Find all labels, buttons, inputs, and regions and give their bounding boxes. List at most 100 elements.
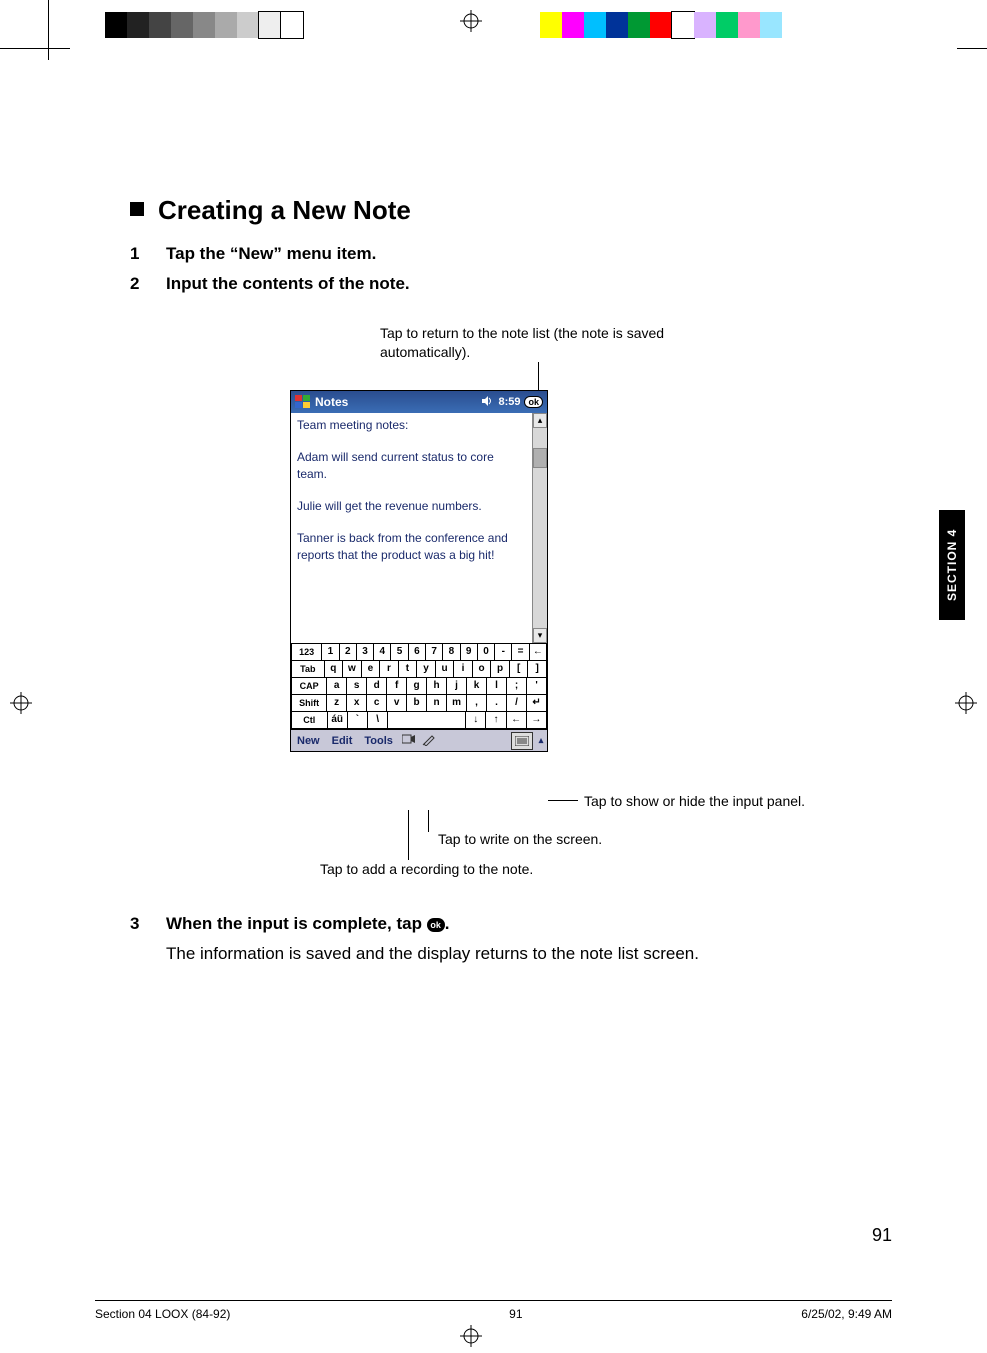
key[interactable]: j [447, 678, 467, 695]
key[interactable]: t [399, 661, 418, 678]
registration-mark-icon [10, 692, 32, 714]
start-flag-icon[interactable] [295, 395, 311, 409]
menu-edit[interactable]: Edit [326, 735, 359, 747]
kbd-row-4: Shift z x c v b n m , . / ↵ [291, 695, 547, 712]
callout-pen: Tap to write on the screen. [438, 830, 698, 849]
key[interactable]: / [507, 695, 527, 712]
key[interactable]: 2 [340, 644, 357, 661]
key[interactable]: y [417, 661, 436, 678]
backspace-key[interactable]: ← [530, 644, 547, 661]
key[interactable]: 8 [443, 644, 460, 661]
key[interactable]: . [487, 695, 507, 712]
menu-new[interactable]: New [291, 735, 326, 747]
record-icon[interactable] [399, 733, 419, 748]
pen-icon[interactable] [419, 732, 439, 749]
key[interactable]: u [436, 661, 455, 678]
key[interactable]: v [387, 695, 407, 712]
print-footer: Section 04 LOOX (84-92) 91 6/25/02, 9:49… [95, 1300, 892, 1321]
key[interactable]: 0 [478, 644, 495, 661]
callout-sip: Tap to show or hide the input panel. [584, 792, 844, 811]
figure: Tap to return to the note list (the note… [290, 324, 850, 884]
key[interactable]: 1 [322, 644, 339, 661]
key[interactable]: f [387, 678, 407, 695]
key[interactable]: x [347, 695, 367, 712]
clock-time[interactable]: 8:59 [498, 396, 520, 408]
key[interactable]: z [327, 695, 347, 712]
key[interactable]: p [491, 661, 510, 678]
key[interactable]: k [467, 678, 487, 695]
key[interactable]: c [367, 695, 387, 712]
scroll-up-button[interactable]: ▴ [533, 413, 547, 428]
key[interactable]: 6 [409, 644, 426, 661]
page-content: Creating a New Note 1 Tap the “New” menu… [130, 195, 870, 964]
key[interactable]: r [380, 661, 399, 678]
key[interactable]: 7 [426, 644, 443, 661]
key[interactable]: a [327, 678, 347, 695]
caps-key[interactable]: CAP [291, 678, 327, 695]
intl-key[interactable]: áü [328, 712, 348, 729]
key[interactable]: ` [348, 712, 368, 729]
key[interactable]: i [454, 661, 473, 678]
key[interactable]: 3 [357, 644, 374, 661]
key[interactable]: \ [368, 712, 388, 729]
registration-mark-icon [460, 1325, 482, 1347]
key[interactable]: ] [528, 661, 547, 678]
key[interactable]: o [473, 661, 492, 678]
key[interactable]: l [487, 678, 507, 695]
key[interactable]: , [467, 695, 487, 712]
key[interactable]: 5 [391, 644, 408, 661]
sip-arrow-icon[interactable]: ▴ [535, 735, 547, 746]
menu-tools[interactable]: Tools [358, 735, 399, 747]
soft-keyboard[interactable]: 123 1 2 3 4 5 6 7 8 9 0 - = ← Tab [291, 643, 547, 729]
sip-toggle-button[interactable] [511, 732, 533, 750]
arrow-down-key[interactable]: ↓ [466, 712, 486, 729]
step-text: When the input is complete, tap ok. [166, 914, 449, 934]
key[interactable]: d [367, 678, 387, 695]
space-key[interactable] [388, 712, 466, 729]
step-number: 2 [130, 274, 166, 294]
step-text: Input the contents of the note. [166, 274, 410, 294]
key[interactable]: [ [510, 661, 529, 678]
scroll-thumb[interactable] [533, 448, 547, 468]
ok-button[interactable]: ok [524, 396, 543, 408]
key[interactable]: h [427, 678, 447, 695]
arrow-left-key[interactable]: ← [507, 712, 527, 729]
leader-line [428, 810, 429, 832]
step-3-sub: The information is saved and the display… [166, 944, 870, 964]
key[interactable]: s [347, 678, 367, 695]
key[interactable]: ' [527, 678, 547, 695]
kbd-row-3: CAP a s d f g h j k l ; ' [291, 678, 547, 695]
callout-record: Tap to add a recording to the note. [320, 860, 620, 879]
arrow-up-key[interactable]: ↑ [486, 712, 506, 729]
arrow-right-key[interactable]: → [527, 712, 547, 729]
leader-line [548, 800, 578, 801]
ctl-key[interactable]: Ctl [291, 712, 328, 729]
key[interactable]: 4 [374, 644, 391, 661]
key[interactable]: = [512, 644, 529, 661]
scrollbar[interactable]: ▴ ▾ [532, 413, 547, 643]
key[interactable]: m [447, 695, 467, 712]
key[interactable]: n [427, 695, 447, 712]
shift-key[interactable]: Shift [291, 695, 327, 712]
scroll-down-button[interactable]: ▾ [533, 628, 547, 643]
speaker-icon[interactable] [480, 395, 494, 410]
kbd-row-1: 123 1 2 3 4 5 6 7 8 9 0 - = ← [291, 644, 547, 661]
key[interactable]: ; [507, 678, 527, 695]
key[interactable]: e [362, 661, 381, 678]
key[interactable]: 9 [461, 644, 478, 661]
page-number: 91 [872, 1225, 892, 1246]
key[interactable]: q [325, 661, 344, 678]
key[interactable]: g [407, 678, 427, 695]
key[interactable]: 123 [291, 644, 322, 661]
key[interactable]: - [495, 644, 512, 661]
key[interactable]: w [343, 661, 362, 678]
enter-key[interactable]: ↵ [527, 695, 547, 712]
crop-mark [957, 48, 987, 49]
tab-key[interactable]: Tab [291, 661, 325, 678]
key[interactable]: b [407, 695, 427, 712]
bullet-square-icon [130, 202, 144, 216]
leader-line [408, 810, 409, 860]
heading-text: Creating a New Note [158, 195, 411, 225]
note-text-area[interactable]: Team meeting notes: Adam will send curre… [291, 413, 532, 643]
step-3: 3 When the input is complete, tap ok. [130, 914, 870, 934]
